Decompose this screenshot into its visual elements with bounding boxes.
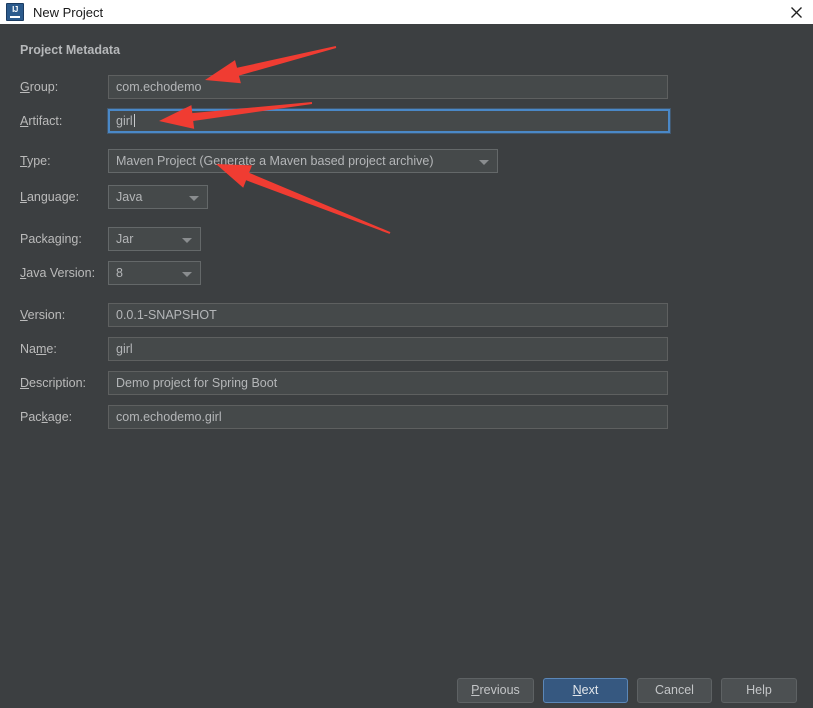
java-version-combobox[interactable]: 8 (108, 261, 201, 285)
cancel-button[interactable]: Cancel (637, 678, 712, 703)
label-artifact: Artifact: (20, 114, 63, 128)
window-title: New Project (33, 4, 104, 20)
label-group: Group: (20, 80, 59, 94)
chevron-down-icon (189, 196, 199, 201)
intellij-idea-icon: IJ (6, 3, 24, 21)
label-name: Name: (20, 342, 57, 356)
language-combobox[interactable]: Java (108, 185, 208, 209)
description-input[interactable]: Demo project for Spring Boot (108, 371, 668, 395)
packaging-combobox-value: Jar (116, 232, 134, 246)
name-input[interactable]: girl (108, 337, 668, 361)
group-input[interactable]: com.echodemo (108, 75, 668, 99)
type-combobox[interactable]: Maven Project (Generate a Maven based pr… (108, 149, 498, 173)
help-button[interactable]: Help (721, 678, 797, 703)
package-input[interactable]: com.echodemo.girl (108, 405, 668, 429)
dialog-content: Project Metadata Group: com.echodemo Art… (0, 24, 813, 708)
new-project-dialog: IJ New Project Project Metadata Group: c… (0, 0, 813, 708)
close-icon[interactable] (779, 0, 813, 24)
java-version-combobox-value: 8 (116, 266, 123, 280)
type-combobox-value: Maven Project (Generate a Maven based pr… (116, 154, 434, 168)
page-title: Project Metadata (20, 43, 121, 57)
chevron-down-icon (182, 272, 192, 277)
version-input[interactable]: 0.0.1-SNAPSHOT (108, 303, 668, 327)
text-caret (133, 114, 135, 127)
artifact-input[interactable]: girl (108, 109, 670, 133)
next-button[interactable]: Next (543, 678, 628, 703)
label-type: Type: (20, 154, 51, 168)
chevron-down-icon (182, 238, 192, 243)
language-combobox-value: Java (116, 190, 143, 204)
title-bar: IJ New Project (0, 0, 813, 25)
label-packaging: Packaging: (20, 232, 82, 246)
chevron-down-icon (479, 160, 489, 165)
label-version: Version: (20, 308, 66, 322)
label-java-version: Java Version: (20, 266, 96, 280)
label-language: Language: (20, 190, 80, 204)
label-description: Description: (20, 376, 87, 390)
previous-button[interactable]: Previous (457, 678, 534, 703)
label-package: Package: (20, 410, 73, 424)
packaging-combobox[interactable]: Jar (108, 227, 201, 251)
